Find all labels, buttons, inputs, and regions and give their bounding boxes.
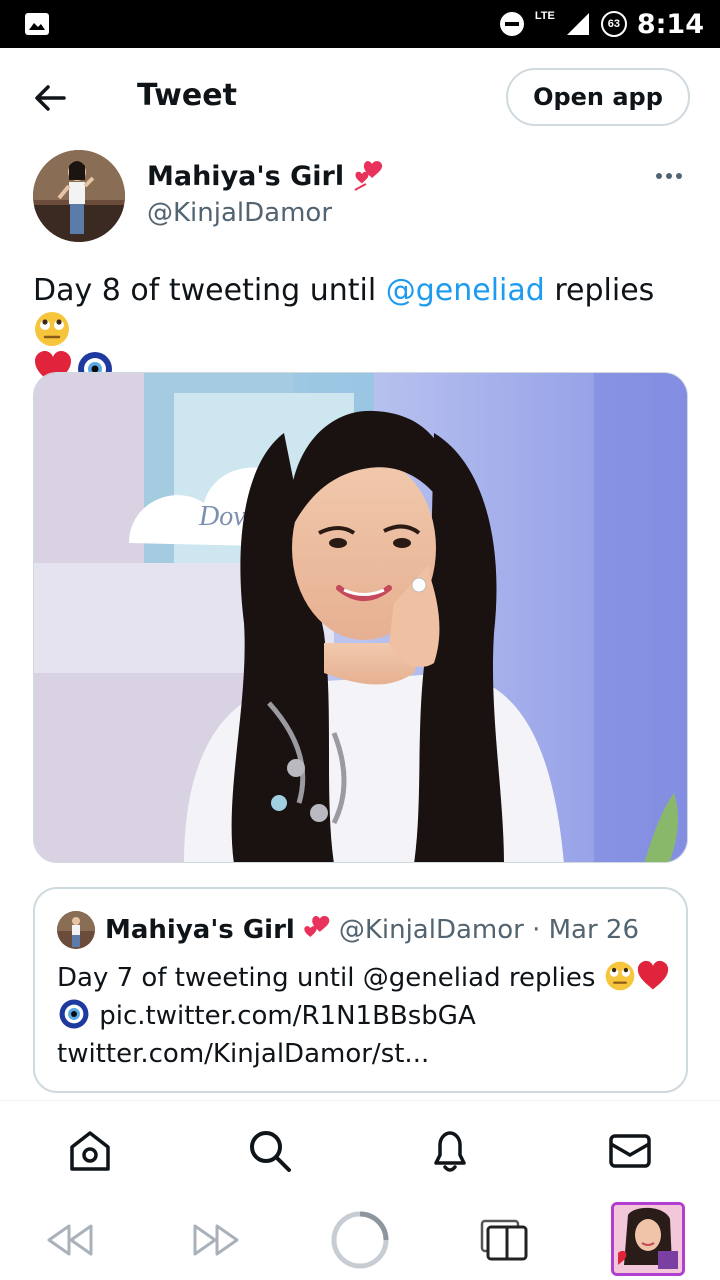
signal-icon (566, 13, 589, 35)
eye-roll-emoji-icon (35, 312, 69, 346)
tweet-header: Tweet Open app (0, 48, 720, 148)
more-horizontal-icon[interactable] (652, 162, 686, 190)
author-name[interactable]: Mahiya's Girl (147, 161, 344, 192)
two-hearts-icon (354, 161, 383, 191)
quote-handle-date: @KinjalDamor · Mar 26 (338, 915, 640, 945)
author-name-row[interactable]: Mahiya's Girl (147, 160, 386, 192)
red-heart-icon (637, 960, 668, 990)
open-app-button[interactable]: Open app (506, 68, 690, 126)
bell-icon[interactable] (426, 1127, 474, 1175)
rewind-icon (47, 1224, 93, 1256)
profile-thumbnail[interactable] (611, 1202, 685, 1276)
bottom-navigation (0, 1100, 720, 1200)
status-bar: LTE 63 8:14 (0, 0, 720, 48)
page-title: Tweet (137, 78, 237, 113)
mention-link[interactable]: @geneliad (386, 273, 545, 308)
quote-header: Mahiya's Girl @KinjalDamor · Mar 26 (105, 915, 639, 945)
tweet-text-after: replies (544, 273, 655, 308)
loading-ring-icon (331, 1211, 389, 1269)
quote-url: twitter.com/KinjalDamor/st... (57, 1039, 430, 1069)
home-icon[interactable] (66, 1127, 114, 1175)
reload-button[interactable] (330, 1210, 390, 1270)
quote-text: Day 7 of tweeting until @geneliad replie… (57, 959, 677, 1073)
tweet-text-before: Day 8 of tweeting until (33, 273, 386, 308)
eye-roll-emoji-icon (605, 961, 635, 991)
network-type: LTE (534, 10, 555, 22)
search-icon[interactable] (246, 1127, 294, 1175)
tabs-button[interactable] (474, 1210, 534, 1270)
two-hearts-icon (304, 916, 330, 938)
profile-thumbnail-image (614, 1205, 682, 1273)
clock: 8:14 (636, 8, 704, 40)
do-not-disturb-icon (499, 12, 524, 36)
quote-author-name: Mahiya's Girl (105, 915, 295, 945)
gallery-notification-icon (25, 13, 49, 35)
quote-avatar (57, 911, 95, 949)
fast-forward-icon (193, 1224, 239, 1256)
author-handle[interactable]: @KinjalDamor (147, 198, 332, 228)
quoted-tweet[interactable]: Mahiya's Girl @KinjalDamor · Mar 26 Day … (33, 887, 688, 1093)
quote-media-link: pic.twitter.com/R1N1BBsbGA (99, 1001, 476, 1031)
mail-icon[interactable] (606, 1127, 654, 1175)
quote-text-line1: Day 7 of tweeting until @geneliad replie… (57, 963, 604, 993)
nazar-amulet-icon (59, 999, 89, 1029)
battery-indicator: 63 (600, 11, 627, 37)
avatar[interactable] (33, 150, 125, 242)
rewind-button[interactable] (40, 1210, 100, 1270)
arrow-left-icon[interactable] (30, 78, 70, 118)
tabs-icon (480, 1219, 528, 1261)
fast-forward-button[interactable] (186, 1210, 246, 1270)
photo-illustration: Dove (34, 373, 687, 862)
tweet-media-image[interactable]: Dove (33, 372, 688, 863)
